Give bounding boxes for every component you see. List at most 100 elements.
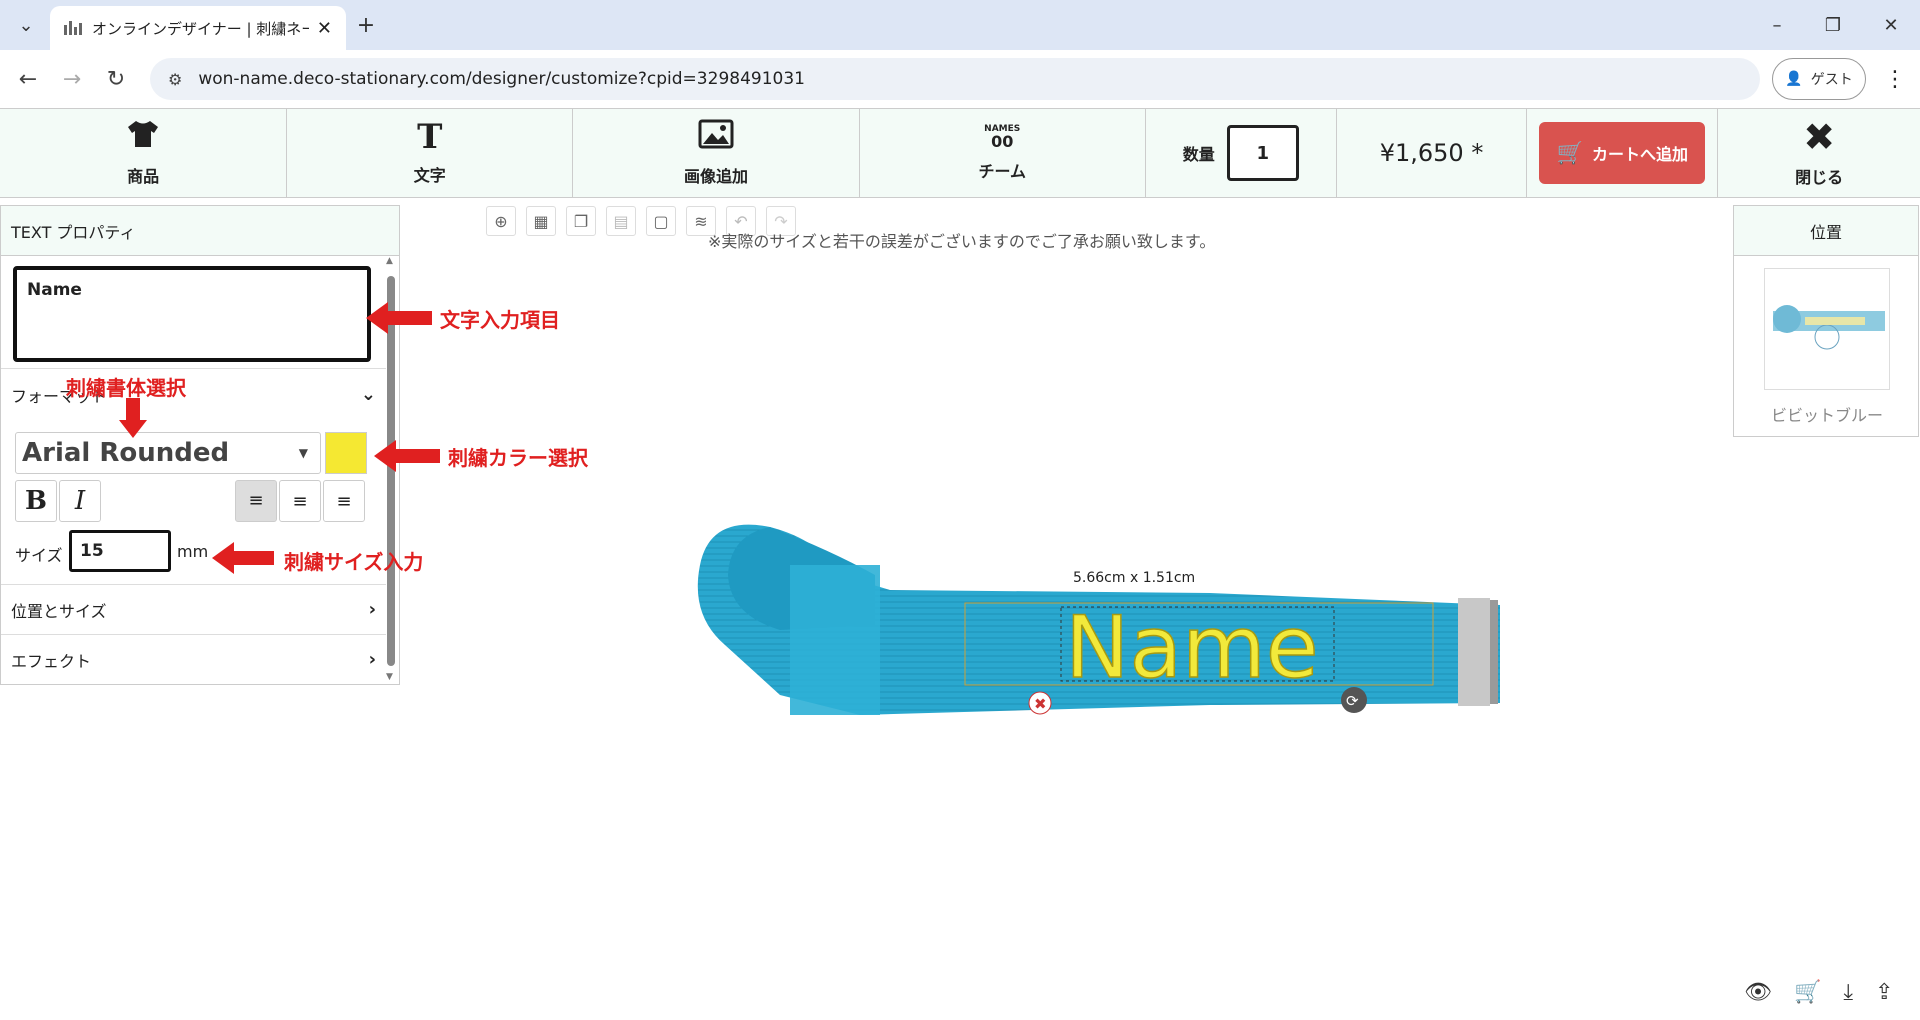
- format-section[interactable]: フォーマット ⌄: [1, 368, 386, 420]
- browser-toolbar: ← → ↻ ⚙ won-name.deco-stationary.com/des…: [0, 50, 1920, 108]
- tag-name-text[interactable]: Name: [1064, 597, 1319, 699]
- product-button[interactable]: 商品: [0, 109, 288, 197]
- address-bar[interactable]: ⚙ won-name.deco-stationary.com/designer/…: [150, 58, 1760, 100]
- product-thumbnail[interactable]: [1764, 268, 1890, 390]
- new-tab-button[interactable]: +: [352, 0, 380, 50]
- annotation-arrow-icon: [212, 542, 234, 574]
- position-title: 位置: [1734, 206, 1918, 256]
- tab-search-icon[interactable]: ⌄: [12, 0, 40, 50]
- svg-text:⟳: ⟳: [1346, 692, 1359, 710]
- italic-button[interactable]: I: [59, 480, 101, 522]
- share-icon[interactable]: ⇪: [1875, 980, 1893, 1005]
- add-image-button[interactable]: 画像追加: [573, 109, 860, 197]
- delete-handle-icon[interactable]: ✖: [1028, 691, 1052, 715]
- size-notice: ※実際のサイズと若干の誤差がございますのでご了承お願い致します。: [708, 232, 1216, 251]
- annotation-color-select: 刺繍カラー選択: [448, 446, 588, 470]
- annotation-arrow-icon: [374, 440, 396, 472]
- close-x-icon: ✖: [1803, 115, 1836, 159]
- browser-tab[interactable]: オンラインデザイナー | 刺繍ネームタグ ✕: [50, 6, 346, 50]
- size-label: サイズ: [15, 546, 63, 565]
- profile-icon: 👤: [1785, 71, 1803, 87]
- text-button[interactable]: T 文字: [287, 109, 574, 197]
- quantity-group: 数量 1: [1146, 109, 1337, 197]
- grid-icon[interactable]: ▦: [526, 206, 556, 236]
- effect-section[interactable]: エフェクト ›: [1, 634, 386, 684]
- team-button[interactable]: NAMES 00 チーム: [860, 109, 1146, 197]
- team-label: チーム: [978, 161, 1026, 181]
- image-label: 画像追加: [684, 167, 749, 186]
- guest-label: ゲスト: [1810, 72, 1853, 88]
- name-tag-preview: Name ✖ ⟳: [697, 524, 1500, 715]
- restore-icon[interactable]: ❐: [1818, 0, 1848, 50]
- bold-button[interactable]: B: [15, 480, 57, 522]
- bottom-actions: 👁 🛒 ⤓ ⇪: [1744, 980, 1894, 1005]
- scroll-up-icon[interactable]: ▲: [386, 256, 393, 266]
- svg-text:✖: ✖: [1034, 695, 1047, 713]
- url-text: won-name.deco-stationary.com/designer/cu…: [198, 69, 805, 89]
- cart-icon: 🛒: [1556, 140, 1585, 166]
- text-t-icon: T: [417, 117, 443, 157]
- quantity-input[interactable]: 1: [1226, 125, 1299, 181]
- copy-icon[interactable]: ❐: [566, 206, 596, 236]
- panel-title: TEXT プロパティ: [1, 206, 399, 256]
- font-name: Arial Rounded: [22, 438, 230, 468]
- rotate-handle-icon[interactable]: ⟳: [1341, 687, 1367, 713]
- quantity-label: 数量: [1182, 145, 1215, 164]
- window-close-icon[interactable]: ✕: [1874, 0, 1908, 50]
- site-info-icon[interactable]: ⚙: [168, 70, 182, 89]
- annotation-arrow-shaft: [386, 311, 432, 325]
- designer-toolbar: 商品 T 文字 画像追加 NAMES 00 チーム 数量 1 ¥1,650 * …: [0, 108, 1920, 198]
- size-input[interactable]: 15: [69, 530, 171, 572]
- text-label: 文字: [413, 166, 446, 185]
- price-display: ¥1,650 *: [1337, 109, 1528, 197]
- tab-close-icon[interactable]: ✕: [317, 18, 332, 39]
- tab-title: オンラインデザイナー | 刺繍ネームタグ: [92, 19, 309, 38]
- annotation-arrow-shaft: [394, 449, 440, 463]
- size-unit: mm: [177, 542, 209, 561]
- align-right-button[interactable]: ≡: [323, 480, 365, 522]
- annotation-arrow-shaft: [126, 398, 140, 422]
- annotation-arrow-shaft: [232, 551, 274, 565]
- select-box-icon[interactable]: ▢: [646, 206, 676, 236]
- align-right-icon: ≡: [336, 490, 352, 512]
- paste-icon[interactable]: ▤: [606, 206, 636, 236]
- position-size-label: 位置とサイズ: [11, 601, 107, 621]
- cart-area: 🛒 カートへ追加: [1527, 109, 1719, 197]
- browser-tabstrip: ⌄ オンラインデザイナー | 刺繍ネームタグ ✕ + – ❐ ✕: [0, 0, 1920, 50]
- team-names-icon: NAMES 00: [984, 123, 1021, 151]
- back-icon[interactable]: ←: [8, 50, 48, 108]
- tshirt-icon: [126, 119, 160, 155]
- cart-small-icon[interactable]: 🛒: [1794, 980, 1821, 1005]
- text-properties-panel: TEXT プロパティ Name フォーマット ⌄ Arial Rounded ▼…: [0, 205, 400, 685]
- chevron-right-icon: ›: [368, 649, 376, 670]
- minimize-icon[interactable]: –: [1762, 0, 1792, 50]
- cart-label: カートへ追加: [1592, 145, 1689, 164]
- close-button[interactable]: ✖ 閉じる: [1718, 109, 1920, 197]
- annotation-font-select: 刺繍書体選択: [66, 376, 186, 400]
- preview-eye-icon[interactable]: 👁: [1744, 980, 1772, 1005]
- annotation-size-input: 刺繍サイズ入力: [284, 550, 424, 574]
- forward-icon[interactable]: →: [52, 50, 92, 108]
- font-select[interactable]: Arial Rounded ▼: [15, 432, 321, 474]
- align-center-icon: ≡: [292, 490, 308, 512]
- annotation-text-input: 文字入力項目: [440, 308, 560, 332]
- dimensions-label: 5.66cm x 1.51cm: [1073, 570, 1196, 586]
- color-name-label: ビビットブルー: [1770, 406, 1883, 425]
- position-size-section[interactable]: 位置とサイズ ›: [1, 584, 386, 634]
- zoom-icon[interactable]: ⊕: [486, 206, 516, 236]
- align-left-button[interactable]: ≡: [235, 480, 277, 522]
- favicon-icon: [64, 21, 82, 35]
- profile-button[interactable]: 👤 ゲスト: [1772, 58, 1866, 100]
- download-icon[interactable]: ⤓: [1843, 980, 1853, 1005]
- annotation-arrow-icon: [366, 302, 388, 334]
- image-icon: [698, 119, 734, 155]
- align-center-button[interactable]: ≡: [279, 480, 321, 522]
- text-input[interactable]: Name: [13, 266, 371, 362]
- color-swatch[interactable]: [325, 432, 367, 474]
- scroll-down-icon[interactable]: ▼: [386, 672, 393, 682]
- dropdown-caret-icon: ▼: [298, 446, 308, 460]
- menu-icon[interactable]: ⋮: [1880, 58, 1910, 100]
- align-left-icon: ≡: [248, 490, 264, 511]
- reload-icon[interactable]: ↻: [96, 50, 136, 108]
- add-to-cart-button[interactable]: 🛒 カートへ追加: [1539, 122, 1706, 184]
